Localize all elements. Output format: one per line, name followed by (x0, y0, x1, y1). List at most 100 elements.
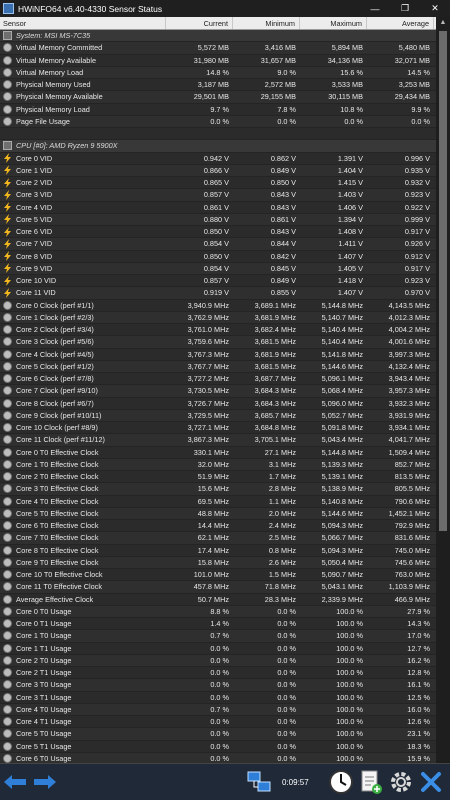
sensor-row[interactable]: Core 10 VID 0.857 V 0.849 V 1.418 V 0.923 V (0, 275, 436, 288)
sensor-row[interactable]: Core 6 T0 Effective Clock 14.4 MHz 2.4 MHz… (0, 520, 436, 533)
sensor-row[interactable]: Core 6 VID 0.850 V 0.843 V 1.408 V 0.917 V (0, 226, 436, 239)
sensor-row[interactable]: Core 7 Clock (perf #9/10) 3,730.5 MHz 3,68… (0, 385, 436, 398)
sensor-label: Core 9 VID (16, 263, 53, 273)
average-value: 790.6 MHz (394, 496, 430, 506)
sensor-row[interactable]: Core 11 Clock (perf #11/12) 3,867.3 MHz 3,… (0, 434, 436, 447)
scrollbar-thumb[interactable] (439, 31, 447, 531)
sensor-row[interactable]: Core 3 VID 0.857 V 0.843 V 1.403 V 0.923 V (0, 189, 436, 202)
sensor-row[interactable]: Physical Memory Used 3,187 MB 2,572 MB 3,53… (0, 79, 436, 92)
sensor-row[interactable]: Core 0 VID 0.942 V 0.862 V 1.391 V 0.996 V (0, 153, 436, 165)
column-header: Sensor Current Minimum Maximum Average (0, 17, 436, 30)
current-value: 3,759.6 MHz (187, 337, 229, 347)
sensor-row[interactable]: Core 5 T0 Effective Clock 48.8 MHz 2.0 MHz… (0, 507, 436, 520)
sensor-row[interactable]: Core 11 T0 Effective Clock 457.8 MHz 71.8 … (0, 581, 436, 594)
sensor-name-cell: Core 0 T0 Effective Clock (0, 447, 166, 457)
next-icon[interactable] (30, 767, 60, 797)
sensor-row[interactable]: Core 9 T0 Effective Clock 15.8 MHz 2.6 MHz… (0, 556, 436, 569)
scroll-up-arrow[interactable]: ▲ (436, 17, 450, 29)
sensor-row[interactable]: Core 2 VID 0.865 V 0.850 V 1.415 V 0.932 V (0, 177, 436, 190)
column-average[interactable]: Average (367, 17, 434, 29)
sensor-row[interactable]: Core 9 Clock (perf #10/11) 3,729.5 MHz 3,6… (0, 409, 436, 422)
sensor-row[interactable]: Core 3 T0 Effective Clock 15.6 MHz 2.8 MHz… (0, 483, 436, 496)
sensor-row[interactable]: Core 1 Clock (perf #2/3) 3,762.9 MHz 3,681… (0, 311, 436, 324)
column-maximum[interactable]: Maximum (300, 17, 367, 29)
sensor-row[interactable]: Core 10 T0 Effective Clock 101.0 MHz 1.5 M… (0, 569, 436, 582)
sensor-row[interactable]: Core 8 T0 Effective Clock 17.4 MHz 0.8 MHz… (0, 545, 436, 557)
close-window-button[interactable]: ✕ (420, 0, 450, 17)
sensor-row[interactable]: Core 4 T1 Usage 0.0 % 0.0 % 100.0 % 12.6 % (0, 716, 436, 729)
sensor-row[interactable]: Core 10 Clock (perf #8/9) 3,727.1 MHz 3,68… (0, 422, 436, 435)
clock-icon[interactable] (326, 767, 356, 797)
sensor-row[interactable]: Core 2 T0 Effective Clock 51.9 MHz 1.7 MHz… (0, 471, 436, 484)
sensor-name-cell: Core 7 VID (0, 238, 166, 249)
sensor-row[interactable]: Virtual Memory Committed 5,572 MB 3,416 MB… (0, 42, 436, 55)
sensor-row[interactable]: Core 2 T1 Usage 0.0 % 0.0 % 100.0 % 12.8 % (0, 667, 436, 680)
sensor-row[interactable]: Core 0 Clock (perf #1/1) 3,940.9 MHz 3,689… (0, 300, 436, 312)
sensor-name-cell: Core 1 T0 Usage (0, 631, 166, 641)
sensor-row[interactable]: Core 3 T0 Usage 0.0 % 0.0 % 100.0 % 16.1 % (0, 679, 436, 692)
sensor-row[interactable]: Core 11 VID 0.919 V 0.855 V 1.407 V 0.970 V (0, 287, 436, 300)
column-minimum[interactable]: Minimum (233, 17, 300, 29)
average-value: 1,452.1 MHz (388, 508, 430, 518)
sensor-row[interactable]: Core 2 Clock (perf #3/4) 3,761.0 MHz 3,682… (0, 324, 436, 337)
sensor-row[interactable]: Core 8 Clock (perf #6/7) 3,726.7 MHz 3,684… (0, 398, 436, 410)
sensor-row[interactable]: Core 7 VID 0.854 V 0.844 V 1.411 V 0.926 V (0, 238, 436, 251)
current-value: 14.8 % (206, 67, 229, 77)
sensor-row[interactable]: Core 9 VID 0.854 V 0.845 V 1.405 V 0.917 V (0, 262, 436, 275)
maximum-value: 10.8 % (340, 104, 363, 114)
sensor-row[interactable]: Core 0 T1 Usage 1.4 % 0.0 % 100.0 % 14.3 % (0, 618, 436, 631)
close-icon[interactable] (416, 767, 446, 797)
sensor-label: Core 3 Clock (perf #5/6) (16, 337, 94, 347)
sensor-row[interactable]: Core 3 T1 Usage 0.0 % 0.0 % 100.0 % 12.5 % (0, 692, 436, 704)
sensor-row[interactable]: Core 5 T0 Usage 0.0 % 0.0 % 100.0 % 23.1 % (0, 728, 436, 741)
sensor-row[interactable]: Physical Memory Load 9.7 % 7.8 % 10.8 % 9.9 … (0, 104, 436, 116)
maximum-value: 100.0 % (336, 753, 363, 763)
sensor-circle-icon (3, 557, 12, 567)
restore-button[interactable]: ❐ (390, 0, 420, 17)
maximum-value: 1.407 V (337, 251, 363, 261)
sensor-row[interactable]: Core 4 T0 Usage 0.7 % 0.0 % 100.0 % 16.0 % (0, 703, 436, 716)
average-value: 4,004.2 MHz (388, 325, 430, 335)
network-icon[interactable] (244, 767, 274, 797)
current-value: 5,572 MB (197, 43, 229, 53)
sensor-row[interactable]: Virtual Memory Available 31,980 MB 31,657 … (0, 55, 436, 67)
sensor-row[interactable]: Virtual Memory Load 14.8 % 9.0 % 15.6 % 14.5… (0, 66, 436, 79)
sensor-row[interactable]: Average Effective Clock 50.7 MHz 28.3 MHz 2… (0, 594, 436, 606)
group-row[interactable]: CPU [#0]: AMD Ryzen 9 5900X (0, 140, 436, 153)
sensor-row[interactable]: Core 2 T0 Usage 0.0 % 0.0 % 100.0 % 16.2 % (0, 654, 436, 667)
column-current[interactable]: Current (166, 17, 233, 29)
sensor-row[interactable]: Core 8 VID 0.850 V 0.842 V 1.407 V 0.912 V (0, 251, 436, 263)
sensor-row[interactable]: Physical Memory Available 29,501 MB 29,155… (0, 91, 436, 104)
previous-icon[interactable] (0, 767, 30, 797)
bottom-toolbar: 0:09:57 (0, 763, 450, 800)
maximum-value: 5,052.7 MHz (321, 410, 363, 420)
sensor-row[interactable]: Core 0 T0 Effective Clock 330.1 MHz 27.1 M… (0, 447, 436, 459)
sensor-row[interactable]: Core 0 T0 Usage 8.8 % 0.0 % 100.0 % 27.9 % (0, 605, 436, 618)
sensor-row[interactable]: Core 4 Clock (perf #4/5) 3,767.3 MHz 3,681… (0, 349, 436, 361)
sensor-row[interactable]: Core 1 VID 0.866 V 0.849 V 1.404 V 0.935 V (0, 164, 436, 177)
sensor-row[interactable]: Page File Usage 0.0 % 0.0 % 0.0 % 0.0 % (0, 115, 436, 128)
sensor-name-cell: Core 10 Clock (perf #8/9) (0, 423, 166, 433)
sensor-row[interactable]: Core 1 T0 Usage 0.7 % 0.0 % 100.0 % 17.0 % (0, 630, 436, 643)
sensor-name-cell: Core 0 VID (0, 153, 166, 164)
sensor-row[interactable]: Core 6 Clock (perf #7/8) 3,727.2 MHz 3,687… (0, 373, 436, 386)
sensor-row[interactable]: Core 7 T0 Effective Clock 62.1 MHz 2.5 MHz… (0, 532, 436, 545)
sensor-row[interactable]: Core 5 VID 0.880 V 0.861 V 1.394 V 0.999 V (0, 213, 436, 226)
vertical-scrollbar[interactable]: ▲ (436, 17, 450, 763)
settings-gear-icon[interactable] (386, 767, 416, 797)
sensor-row[interactable]: Core 3 Clock (perf #5/6) 3,759.6 MHz 3,681… (0, 336, 436, 349)
group-row[interactable]: System: MSI MS-7C35 (0, 30, 436, 43)
sensor-row[interactable]: Core 6 T0 Usage 0.0 % 0.0 % 100.0 % 15.9 % (0, 752, 436, 763)
sensor-row[interactable]: Core 5 Clock (perf #1/2) 3,767.7 MHz 3,681… (0, 360, 436, 373)
sensor-label: Core 1 T0 Usage (16, 631, 72, 641)
sensor-row[interactable]: Core 4 T0 Effective Clock 69.5 MHz 1.1 MHz… (0, 496, 436, 508)
sensor-name-cell: Core 3 T0 Usage (0, 680, 166, 690)
sensor-row[interactable]: Core 4 VID 0.861 V 0.843 V 1.406 V 0.922 V (0, 202, 436, 214)
sensor-name-cell: Virtual Memory Load (0, 67, 166, 77)
column-sensor[interactable]: Sensor (0, 17, 166, 29)
sensor-row[interactable]: Core 1 T0 Effective Clock 32.0 MHz 3.1 MHz… (0, 458, 436, 471)
sensor-row[interactable]: Core 1 T1 Usage 0.0 % 0.0 % 100.0 % 12.7 % (0, 643, 436, 655)
minimize-button[interactable]: — (360, 0, 390, 17)
report-icon[interactable] (356, 767, 386, 797)
sensor-row[interactable]: Core 5 T1 Usage 0.0 % 0.0 % 100.0 % 18.3 % (0, 741, 436, 753)
